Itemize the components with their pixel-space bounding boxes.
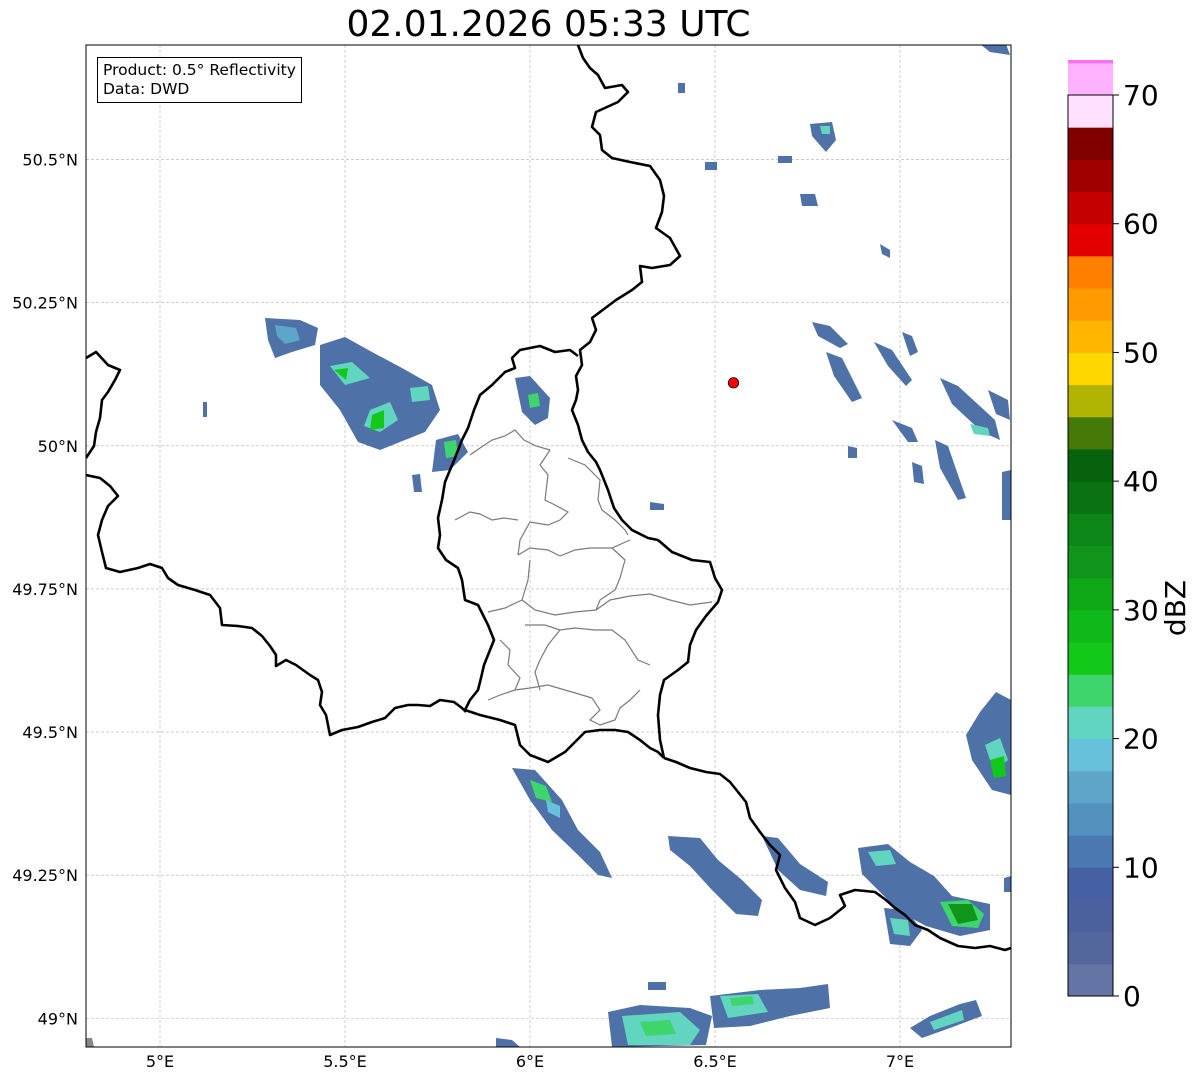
product-label: Product: 0.5° Reflectivity <box>103 61 296 79</box>
echo-cell <box>1004 876 1011 892</box>
colorbar-tick-label: 60 <box>1123 208 1159 241</box>
colorbar-tick-label: 20 <box>1123 723 1159 756</box>
colorbar-cell <box>1068 191 1113 225</box>
longitude-tick-labels: 5°E 5.5°E 6°E 6.5°E 7°E <box>146 1052 914 1071</box>
colorbar-cell <box>1068 60 1113 64</box>
echo-cell <box>678 83 685 93</box>
colorbar-tick-label: 70 <box>1123 79 1159 112</box>
colorbar-cell <box>1068 255 1113 289</box>
map-background <box>86 45 1011 1047</box>
colorbar-cell <box>1068 159 1113 193</box>
lat-tick-label: 50°N <box>38 437 78 456</box>
lat-tick-label: 49.75°N <box>12 580 78 599</box>
colorbar-cells <box>1068 60 1113 997</box>
colorbar-tick-label: 10 <box>1123 851 1159 884</box>
colorbar-cell <box>1068 352 1113 386</box>
colorbar-cell <box>1068 545 1113 579</box>
lon-tick-label: 5°E <box>146 1052 174 1071</box>
colorbar-cell <box>1068 835 1113 868</box>
lat-tick-label: 49°N <box>38 1009 78 1028</box>
lat-tick-label: 49.25°N <box>12 866 78 885</box>
data-source-label: Data: DWD <box>103 80 190 98</box>
colorbar-cell <box>1068 577 1113 611</box>
echo-cell <box>640 1020 676 1036</box>
colorbar-tick-label: 30 <box>1123 594 1159 627</box>
colorbar-cell <box>1068 223 1113 257</box>
lon-tick-label: 6°E <box>516 1052 544 1071</box>
radar-map: 5°E 5.5°E 6°E 6.5°E 7°E 49°N 49.25°N 49.5°N 49.… <box>12 44 1012 1071</box>
echo-cell <box>800 194 818 206</box>
echo-cell <box>528 393 540 408</box>
colorbar-tick-label: 40 <box>1123 465 1159 498</box>
lat-tick-label: 50.5°N <box>22 151 78 170</box>
colorbar-ticks: 0 10 20 30 40 50 60 70 <box>1113 79 1159 1013</box>
info-box: Product: 0.5° Reflectivity Data: DWD <box>97 57 302 103</box>
radar-site-marker <box>727 377 740 389</box>
echo-cell <box>203 402 207 417</box>
lat-tick-label: 49.5°N <box>22 723 78 742</box>
colorbar-cell <box>1068 642 1113 675</box>
colorbar-cell <box>1068 738 1113 772</box>
colorbar-cell <box>1068 481 1113 514</box>
colorbar-cell <box>1068 899 1113 933</box>
echo-cell <box>1002 470 1011 520</box>
colorbar-cell <box>1068 706 1113 740</box>
echo-cell <box>778 156 792 163</box>
colorbar-cell <box>1068 802 1113 836</box>
colorbar-cell <box>1068 95 1113 128</box>
colorbar-cell <box>1068 867 1113 900</box>
lon-tick-label: 5.5°E <box>323 1052 367 1071</box>
colorbar-cell <box>1068 288 1113 321</box>
echo-cell <box>648 982 666 990</box>
colorbar-cell <box>1068 62 1113 96</box>
colorbar-cell <box>1068 609 1113 643</box>
lon-tick-label: 6.5°E <box>693 1052 737 1071</box>
colorbar-cell <box>1068 384 1113 418</box>
colorbar-cell <box>1068 416 1113 450</box>
colorbar-cell <box>1068 513 1113 546</box>
colorbar-cell <box>1068 674 1113 707</box>
colorbar-cell <box>1068 770 1113 804</box>
colorbar-label: dBZ <box>1159 580 1192 636</box>
colorbar-cell <box>1068 963 1113 997</box>
lon-tick-label: 7°E <box>886 1052 914 1071</box>
colorbar-cell <box>1068 931 1113 965</box>
colorbar-tick-label: 50 <box>1123 336 1159 369</box>
echo-cell <box>705 162 717 170</box>
echo-cell <box>410 386 430 402</box>
colorbar-cell <box>1068 127 1113 160</box>
latitude-tick-labels: 49°N 49.25°N 49.5°N 49.75°N 50°N 50.25°N 50.5°… <box>12 151 78 1029</box>
echo-cell <box>848 446 857 458</box>
colorbar-tick-label: 0 <box>1123 980 1141 1013</box>
colorbar: 0 10 20 30 40 50 60 70 dBZ <box>1067 60 1192 1013</box>
colorbar-cell <box>1068 320 1113 353</box>
colorbar-cell <box>1068 448 1113 482</box>
lat-tick-label: 50.25°N <box>12 294 78 313</box>
